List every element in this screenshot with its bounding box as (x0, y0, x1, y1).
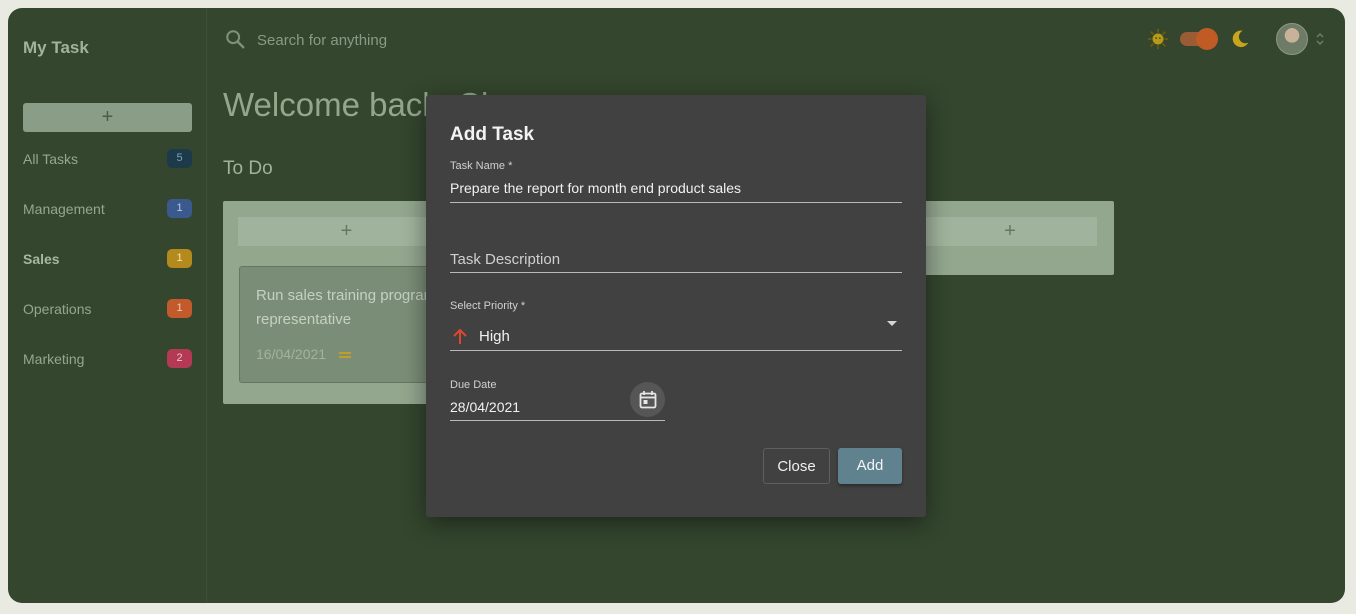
field-underline (450, 202, 902, 203)
add-button[interactable]: Add (838, 448, 902, 484)
priority-label: Select Priority * (450, 300, 526, 312)
caret-down-icon (887, 321, 897, 326)
close-button[interactable]: Close (763, 448, 830, 484)
task-name-label: Task Name * (450, 160, 513, 172)
field-underline (450, 272, 902, 273)
dialog-title: Add Task (450, 124, 535, 145)
arrow-up-icon (453, 328, 467, 344)
add-task-dialog: Add Task Task Name * Select Priority * H… (426, 95, 926, 517)
task-description-field[interactable] (450, 245, 902, 273)
task-name-input[interactable] (450, 178, 902, 198)
priority-select[interactable]: Select Priority * High (450, 300, 902, 351)
calendar-button[interactable] (630, 382, 665, 417)
due-date-label: Due Date (450, 379, 497, 391)
task-name-field[interactable]: Task Name * (450, 160, 902, 203)
calendar-icon (639, 391, 657, 409)
task-description-input[interactable] (450, 249, 902, 269)
field-underline (450, 350, 902, 351)
field-underline (450, 420, 665, 421)
priority-value: High (479, 328, 510, 345)
